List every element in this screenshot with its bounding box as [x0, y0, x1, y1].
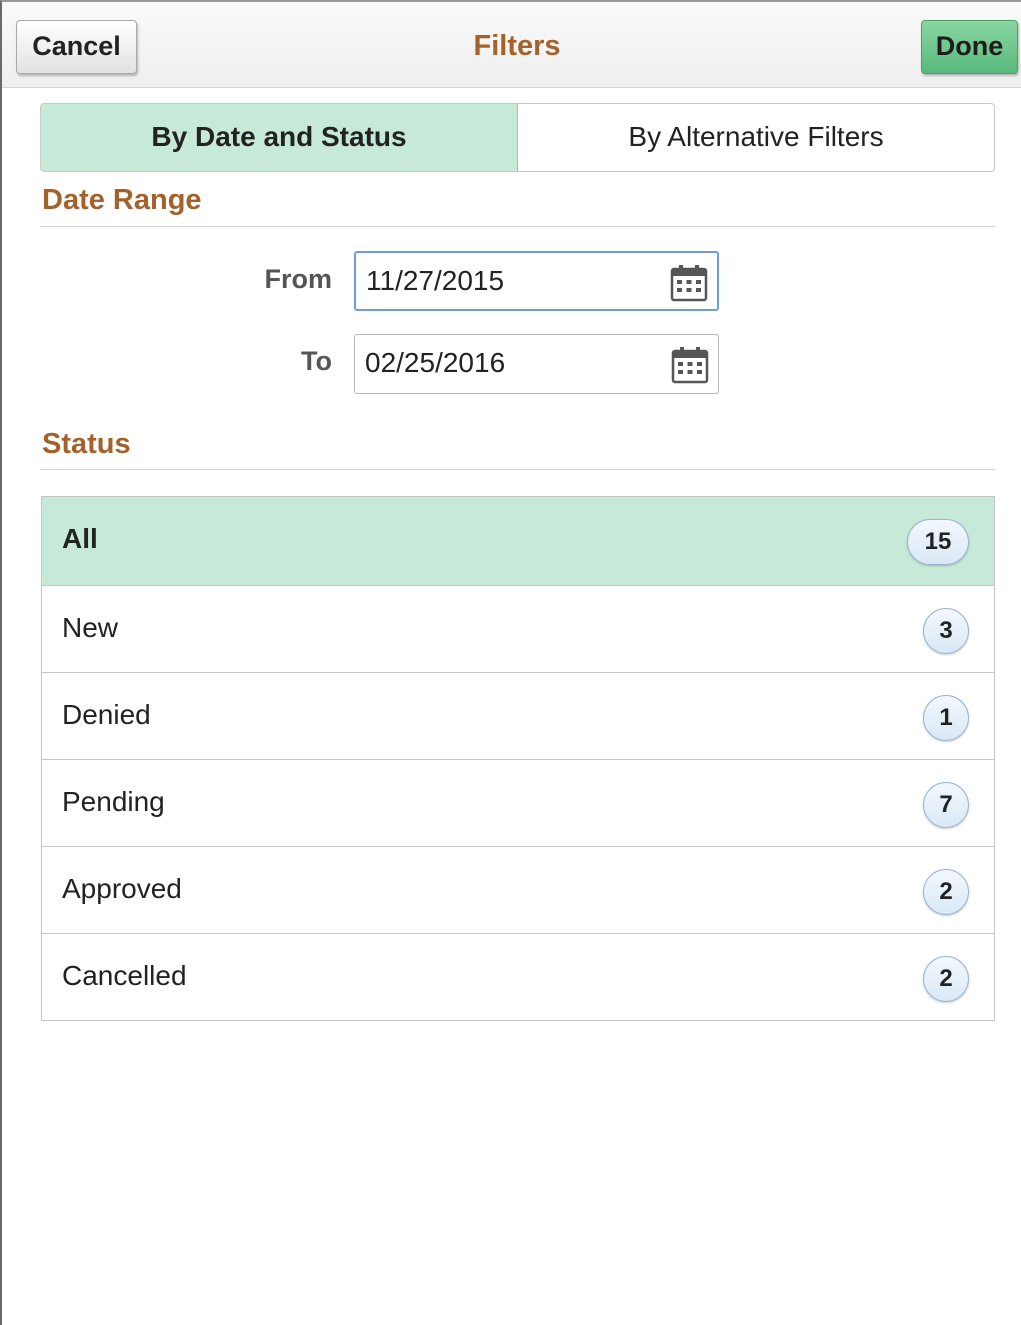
- tab-by-alternative-filters[interactable]: By Alternative Filters: [518, 104, 994, 171]
- count-badge: 3: [923, 608, 969, 654]
- cancel-button[interactable]: Cancel: [16, 20, 137, 74]
- date-range-heading: Date Range: [42, 184, 202, 216]
- status-divider: [40, 469, 995, 470]
- to-date-field[interactable]: 02/25/2016: [354, 334, 719, 394]
- count-badge: 15: [907, 519, 969, 565]
- status-item-label: All: [62, 523, 98, 554]
- from-label: From: [264, 264, 333, 294]
- status-item-pending[interactable]: Pending 7: [42, 759, 994, 846]
- status-item-denied[interactable]: Denied 1: [42, 672, 994, 759]
- count-badge: 7: [923, 782, 969, 828]
- from-date-value: 11/27/2015: [366, 265, 505, 296]
- header-bar: Cancel Filters Done: [2, 2, 1021, 88]
- status-list: All 15 New 3 Denied 1 Pending 7 Approved…: [41, 496, 995, 1021]
- status-item-label: Denied: [62, 699, 151, 730]
- status-item-label: Cancelled: [62, 960, 187, 991]
- done-button[interactable]: Done: [921, 20, 1018, 74]
- count-badge: 1: [923, 695, 969, 741]
- status-item-approved[interactable]: Approved 2: [42, 846, 994, 933]
- count-badge: 2: [923, 956, 969, 1002]
- filters-panel: Cancel Filters Done By Date and Status B…: [0, 0, 1021, 1325]
- status-item-new[interactable]: New 3: [42, 585, 994, 672]
- date-range-divider: [40, 226, 995, 227]
- count-badge: 2: [923, 869, 969, 915]
- status-item-cancelled[interactable]: Cancelled 2: [42, 933, 994, 1020]
- status-item-all[interactable]: All 15: [42, 497, 994, 585]
- to-date-value: 02/25/2016: [365, 347, 506, 378]
- status-item-label: Approved: [62, 873, 182, 904]
- calendar-icon[interactable]: [669, 263, 709, 303]
- status-item-label: New: [62, 612, 119, 643]
- from-date-field[interactable]: 11/27/2015: [354, 251, 719, 311]
- status-heading: Status: [42, 428, 131, 460]
- filter-mode-tabs: By Date and Status By Alternative Filter…: [40, 103, 995, 172]
- page-title: Filters: [473, 30, 561, 62]
- status-item-label: Pending: [62, 786, 165, 817]
- calendar-icon[interactable]: [670, 345, 710, 385]
- to-label: To: [301, 346, 332, 376]
- tab-by-date-and-status[interactable]: By Date and Status: [41, 104, 518, 171]
